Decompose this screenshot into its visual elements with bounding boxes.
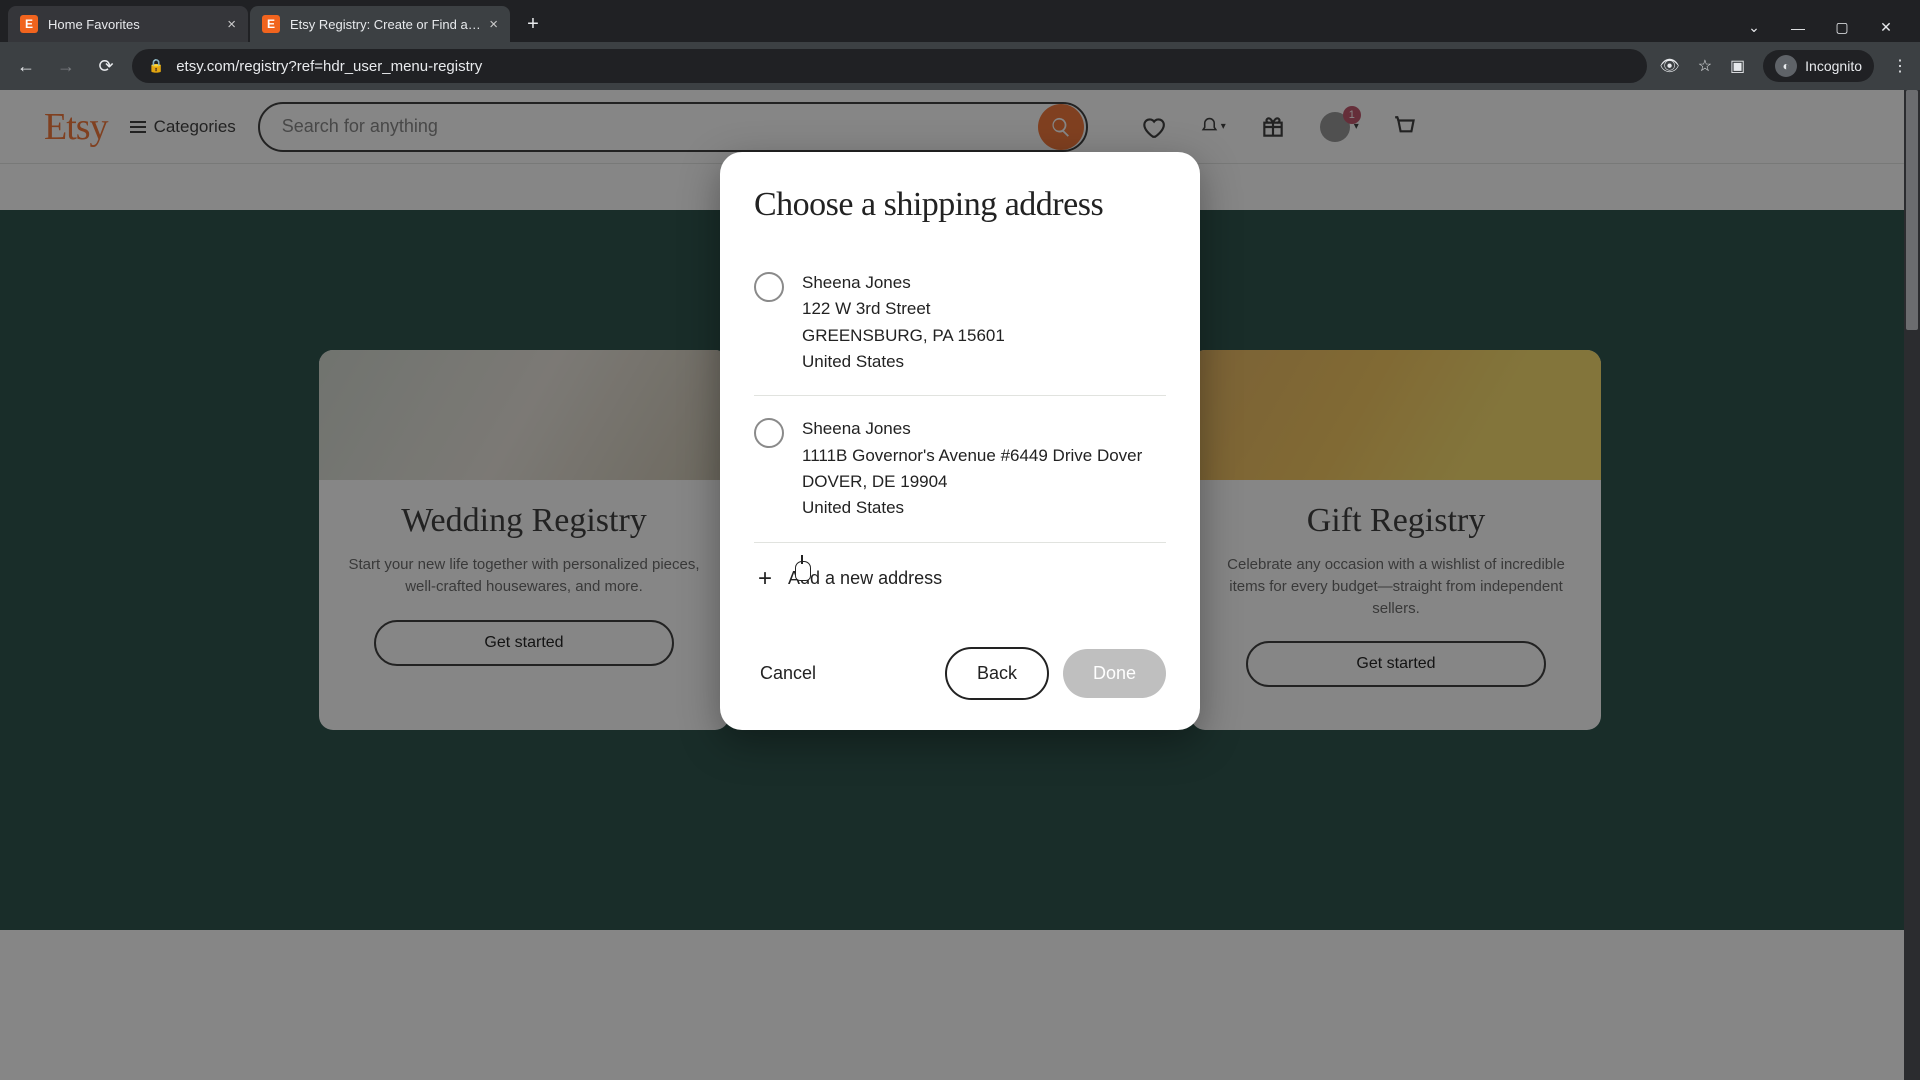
eye-off-icon[interactable]: 👁 [1659, 56, 1679, 76]
browser-window: E Home Favorites × E Etsy Registry: Crea… [0, 0, 1920, 1080]
url-field[interactable]: 🔒 etsy.com/registry?ref=hdr_user_menu-re… [132, 49, 1647, 83]
tab-etsy-registry[interactable]: E Etsy Registry: Create or Find a G × [250, 6, 510, 42]
back-icon[interactable]: ← [12, 56, 40, 77]
add-new-address-button[interactable]: + Add a new address [754, 543, 1166, 601]
done-button[interactable]: Done [1063, 649, 1166, 698]
etsy-favicon: E [262, 15, 280, 33]
new-tab-button[interactable]: + [518, 9, 548, 39]
shipping-address-modal: Choose a shipping address Sheena Jones 1… [720, 152, 1200, 730]
radio-icon[interactable] [754, 418, 784, 448]
radio-icon[interactable] [754, 272, 784, 302]
modal-actions: Cancel Back Done [754, 647, 1166, 700]
modal-title: Choose a shipping address [754, 186, 1166, 224]
back-button[interactable]: Back [945, 647, 1049, 700]
page-content: Etsy Categories ▾ [0, 90, 1920, 1080]
close-window-icon[interactable]: ✕ [1872, 19, 1900, 36]
vertical-scrollbar[interactable] [1904, 90, 1920, 1080]
address-country: United States [802, 495, 1142, 521]
plus-icon: + [758, 565, 772, 593]
incognito-icon: ◐ [1775, 55, 1797, 77]
cancel-button[interactable]: Cancel [754, 663, 816, 684]
kebab-icon[interactable]: ⋮ [1892, 56, 1908, 76]
close-icon[interactable]: × [489, 16, 498, 33]
forward-icon: → [52, 56, 80, 77]
reload-icon[interactable]: ⟳ [92, 56, 120, 77]
window-controls: ⌄ — ▢ ✕ [1740, 19, 1912, 42]
panel-icon[interactable]: ▣ [1730, 56, 1745, 76]
tab-home-favorites[interactable]: E Home Favorites × [8, 6, 248, 42]
address-text: Sheena Jones 122 W 3rd Street GREENSBURG… [802, 270, 1005, 375]
etsy-favicon: E [20, 15, 38, 33]
chevron-down-icon[interactable]: ⌄ [1740, 19, 1768, 36]
url-text: etsy.com/registry?ref=hdr_user_menu-regi… [176, 58, 482, 75]
address-name: Sheena Jones [802, 270, 1005, 296]
address-country: United States [802, 349, 1005, 375]
address-line1: 122 W 3rd Street [802, 296, 1005, 322]
address-option-1[interactable]: Sheena Jones 122 W 3rd Street GREENSBURG… [754, 250, 1166, 396]
address-option-2[interactable]: Sheena Jones 1111B Governor's Avenue #64… [754, 396, 1166, 542]
tab-title: Home Favorites [48, 17, 219, 32]
maximize-icon[interactable]: ▢ [1828, 19, 1856, 36]
tab-title: Etsy Registry: Create or Find a G [290, 17, 481, 32]
address-line2: DOVER, DE 19904 [802, 469, 1142, 495]
minimize-icon[interactable]: — [1784, 20, 1812, 36]
address-text: Sheena Jones 1111B Governor's Avenue #64… [802, 416, 1142, 521]
incognito-chip[interactable]: ◐ Incognito [1763, 50, 1874, 82]
tab-strip: E Home Favorites × E Etsy Registry: Crea… [0, 0, 1920, 42]
address-line2: GREENSBURG, PA 15601 [802, 323, 1005, 349]
close-icon[interactable]: × [227, 16, 236, 33]
scrollbar-thumb[interactable] [1906, 90, 1918, 330]
address-bar: ← → ⟳ 🔒 etsy.com/registry?ref=hdr_user_m… [0, 42, 1920, 90]
address-name: Sheena Jones [802, 416, 1142, 442]
incognito-label: Incognito [1805, 58, 1862, 74]
star-icon[interactable]: ☆ [1698, 56, 1712, 76]
lock-icon: 🔒 [148, 58, 164, 74]
address-line1: 1111B Governor's Avenue #6449 Drive Dove… [802, 443, 1142, 469]
add-new-label: Add a new address [788, 568, 942, 589]
